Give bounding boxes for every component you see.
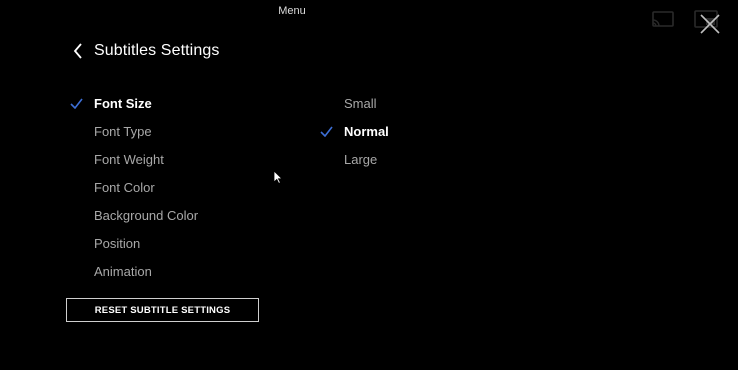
mouse-cursor-icon: [273, 170, 283, 184]
option-label: Font Weight: [94, 152, 164, 167]
option-font-type[interactable]: Font Type: [94, 122, 198, 150]
option-label: Position: [94, 236, 141, 251]
font-size-values-list: Small Normal Large: [320, 94, 389, 178]
value-small[interactable]: Small: [344, 94, 389, 122]
option-label: Background Color: [94, 208, 199, 223]
option-font-color[interactable]: Font Color: [94, 178, 198, 206]
check-icon: [70, 98, 83, 109]
option-label: Animation: [94, 264, 152, 279]
check-icon: [320, 126, 333, 137]
option-label: Font Size: [94, 96, 152, 111]
value-label: Small: [344, 96, 377, 111]
value-label: Normal: [344, 124, 389, 139]
reset-subtitle-settings-button[interactable]: RESET SUBTITLE SETTINGS: [66, 298, 259, 322]
option-label: Font Type: [94, 124, 152, 139]
option-animation[interactable]: Animation: [94, 262, 198, 290]
value-normal[interactable]: Normal: [320, 122, 389, 150]
back-to-menu[interactable]: Subtitles Settings: [72, 40, 219, 62]
chevron-left-icon[interactable]: [72, 42, 84, 60]
option-position[interactable]: Position: [94, 234, 198, 262]
menu-title: Menu: [278, 5, 306, 17]
cast-icon[interactable]: [651, 10, 675, 28]
option-background-color[interactable]: Background Color: [94, 206, 198, 234]
value-label: Large: [344, 152, 378, 167]
page-title: Subtitles Settings: [94, 42, 220, 59]
settings-options-list: Font Size Font Type Font Weight Font Col…: [70, 94, 198, 290]
option-font-weight[interactable]: Font Weight: [94, 150, 198, 178]
option-label: Font Color: [94, 180, 155, 195]
value-large[interactable]: Large: [344, 150, 389, 178]
close-icon[interactable]: [698, 12, 722, 36]
option-font-size[interactable]: Font Size: [70, 94, 198, 122]
